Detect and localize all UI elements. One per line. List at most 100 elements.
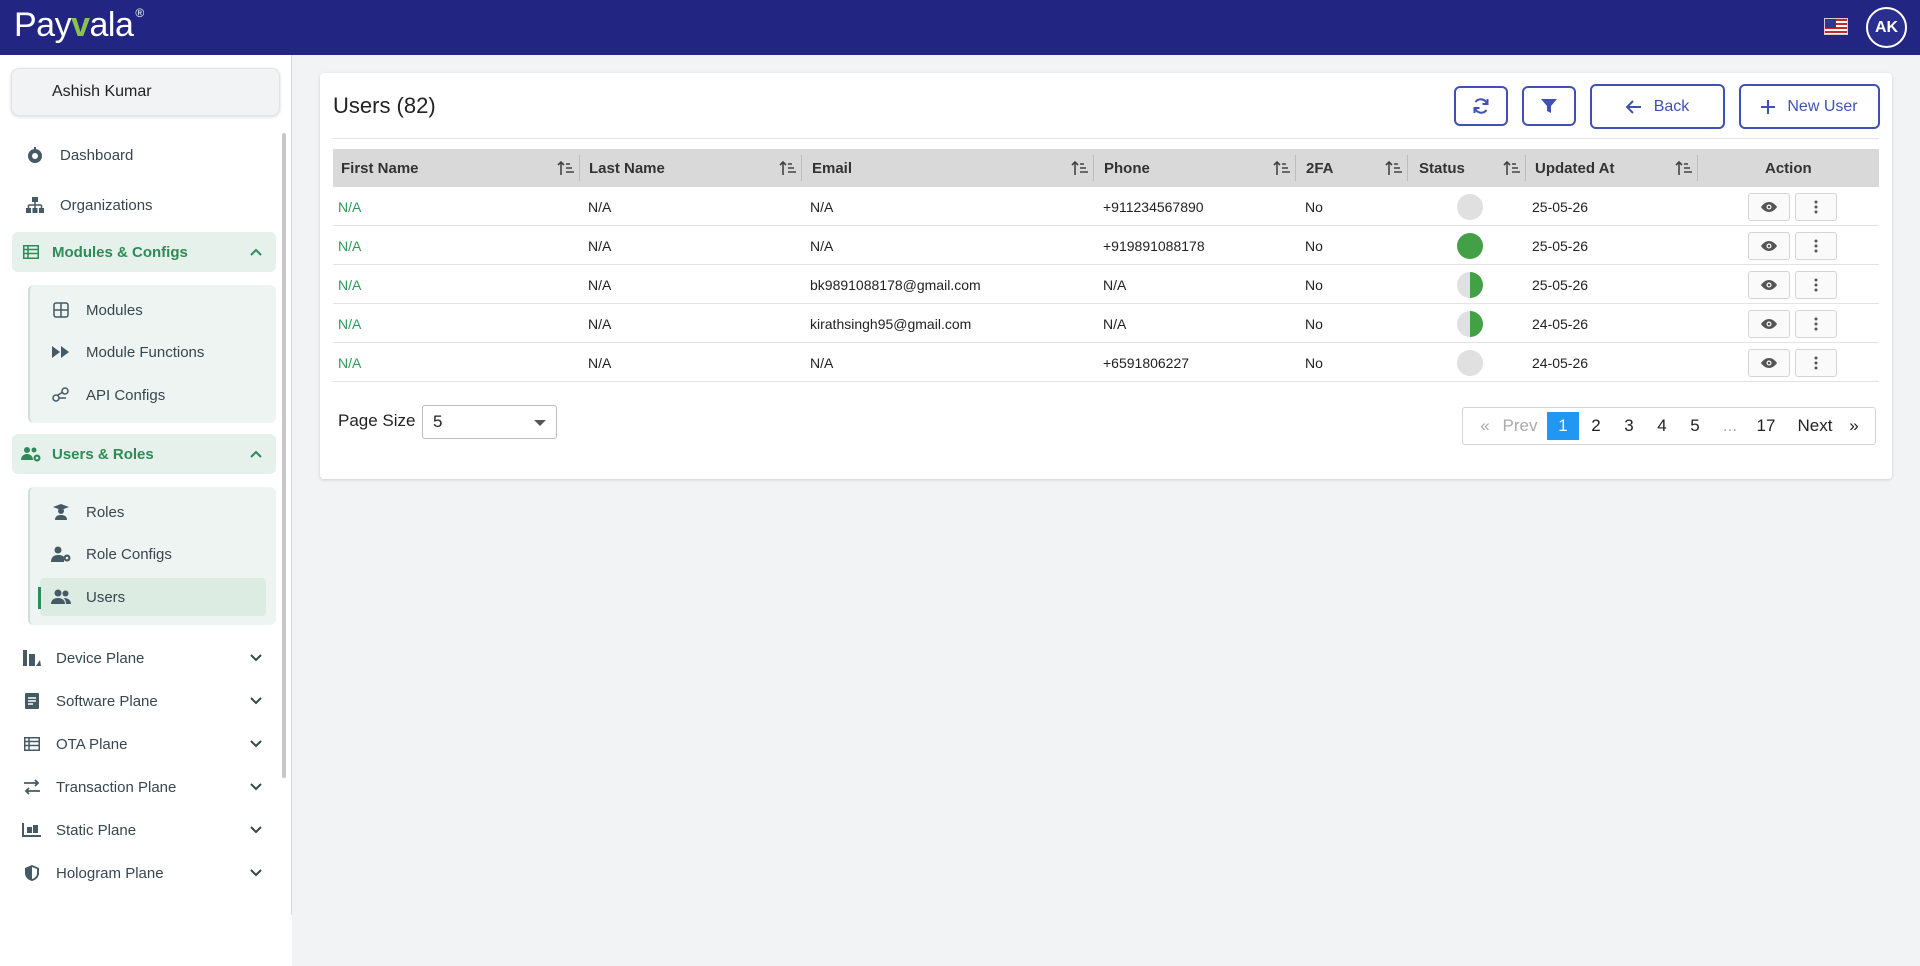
updated-at-cell: 25-05-26 — [1532, 198, 1589, 215]
page-size-select[interactable]: 5 — [422, 405, 557, 439]
page-1-button[interactable]: 1 — [1547, 412, 1579, 440]
next-page-button[interactable]: Next — [1793, 408, 1837, 444]
table-row[interactable]: N/A N/A N/A +919891088178 No 25-05-26 — [333, 226, 1879, 265]
column-separator[interactable] — [1697, 155, 1698, 181]
more-button[interactable] — [1795, 193, 1837, 221]
chevron-up-icon — [250, 450, 262, 458]
column-separator[interactable] — [1295, 155, 1296, 181]
view-button[interactable] — [1748, 349, 1790, 377]
logo-text-end: ala — [89, 6, 134, 44]
page-size-value: 5 — [433, 412, 443, 431]
sort-icon[interactable] — [1385, 160, 1403, 176]
column-header-status[interactable]: Status — [1419, 149, 1465, 187]
sidebar-item-label: OTA Plane — [56, 735, 128, 753]
column-separator[interactable] — [801, 155, 802, 181]
more-button[interactable] — [1795, 232, 1837, 260]
column-header-updated-at[interactable]: Updated At — [1535, 149, 1614, 187]
more-button[interactable] — [1795, 349, 1837, 377]
logo-text-v: v — [71, 6, 90, 44]
device-icon — [22, 648, 42, 668]
sidebar-item-device-plane[interactable]: Device Plane — [12, 640, 276, 676]
page-3-button[interactable]: 3 — [1616, 408, 1642, 444]
sidebar-item-dashboard[interactable]: Dashboard — [12, 135, 276, 175]
sort-icon[interactable] — [1071, 160, 1089, 176]
new-user-button[interactable]: New User — [1739, 84, 1880, 129]
paywala-logo[interactable]: Pay v ala ® — [14, 6, 144, 48]
sort-icon[interactable] — [779, 160, 797, 176]
view-button[interactable] — [1748, 310, 1790, 338]
sidebar-group-modules-configs[interactable]: Modules & Configs — [12, 232, 276, 272]
back-button-label: Back — [1653, 97, 1690, 115]
sidebar-user-card[interactable]: Ashish Kumar — [11, 68, 280, 116]
status-indicator — [1457, 272, 1483, 298]
sidebar-footer — [0, 915, 292, 966]
column-header-phone[interactable]: Phone — [1104, 149, 1150, 187]
users-card: Users (82) Back New User First Name Last… — [320, 73, 1892, 479]
first-name-cell[interactable]: N/A — [338, 265, 361, 304]
table-row[interactable]: N/A N/A N/A +911234567890 No 25-05-26 — [333, 187, 1879, 226]
more-button[interactable] — [1795, 271, 1837, 299]
sidebar-item-roles[interactable]: Roles — [40, 493, 266, 531]
sidebar-item-api-configs[interactable]: API Configs — [40, 376, 266, 414]
sidebar-item-ota-plane[interactable]: OTA Plane — [12, 726, 276, 762]
table-row[interactable]: N/A N/A bk9891088178@gmail.com N/A No 25… — [333, 265, 1879, 304]
prev-page-button[interactable]: Prev — [1499, 408, 1541, 444]
column-header-email[interactable]: Email — [812, 149, 852, 187]
sidebar-item-modules[interactable]: Modules — [40, 291, 266, 329]
sidebar-item-users[interactable]: Users — [38, 578, 266, 616]
column-separator[interactable] — [1525, 155, 1526, 181]
sidebar-item-role-configs[interactable]: Role Configs — [40, 535, 266, 573]
sidebar-item-software-plane[interactable]: Software Plane — [12, 683, 276, 719]
sidebar-item-organizations[interactable]: Organizations — [12, 185, 276, 225]
page-2-button[interactable]: 2 — [1583, 408, 1609, 444]
page-5-button[interactable]: 5 — [1682, 408, 1708, 444]
sidebar-group-users-roles[interactable]: Users & Roles — [12, 434, 276, 474]
table-row[interactable]: N/A N/A kirathsingh95@gmail.com N/A No 2… — [333, 304, 1879, 343]
first-name-cell[interactable]: N/A — [338, 343, 361, 382]
column-separator[interactable] — [1093, 155, 1094, 181]
sort-icon[interactable] — [1503, 160, 1521, 176]
view-button[interactable] — [1748, 232, 1790, 260]
sidebar-item-transaction-plane[interactable]: Transaction Plane — [12, 769, 276, 805]
last-page-button[interactable]: » — [1845, 408, 1863, 444]
column-label: First Name — [341, 159, 419, 177]
sitemap-icon — [24, 194, 46, 216]
column-separator[interactable] — [1407, 155, 1408, 181]
more-button[interactable] — [1795, 310, 1837, 338]
column-header-first-name[interactable]: First Name — [341, 149, 419, 187]
users-icon — [50, 586, 72, 608]
filter-button[interactable] — [1522, 86, 1576, 126]
sidebar-item-static-plane[interactable]: Static Plane — [12, 812, 276, 848]
refresh-icon — [1473, 98, 1489, 114]
page-17-button[interactable]: 17 — [1750, 408, 1782, 444]
first-name-cell[interactable]: N/A — [338, 304, 361, 343]
sort-icon[interactable] — [1273, 160, 1291, 176]
chevron-down-icon — [250, 654, 262, 662]
column-header-last-name[interactable]: Last Name — [589, 149, 665, 187]
sidebar-item-hologram-plane[interactable]: Hologram Plane — [12, 855, 276, 891]
first-name-cell[interactable]: N/A — [338, 226, 361, 265]
first-name-cell[interactable]: N/A — [338, 187, 361, 226]
sidebar-scrollbar[interactable] — [282, 133, 286, 778]
sort-icon[interactable] — [557, 160, 575, 176]
pagination: « Prev 1 2 3 4 5 ... 17 Next » — [1462, 407, 1876, 445]
2fa-cell: No — [1305, 198, 1323, 215]
column-separator[interactable] — [579, 155, 580, 181]
us-flag-icon[interactable] — [1824, 18, 1848, 35]
last-name-cell: N/A — [588, 315, 612, 332]
page-4-button[interactable]: 4 — [1649, 408, 1675, 444]
refresh-button[interactable] — [1454, 86, 1508, 126]
view-button[interactable] — [1748, 193, 1790, 221]
column-header-2fa[interactable]: 2FA — [1306, 149, 1334, 187]
page-ellipsis: ... — [1722, 416, 1738, 435]
sort-icon[interactable] — [1675, 160, 1693, 176]
back-button[interactable]: Back — [1590, 84, 1725, 129]
sidebar-item-module-functions[interactable]: Module Functions — [40, 333, 266, 371]
table-row[interactable]: N/A N/A N/A +6591806227 No 24-05-26 — [333, 343, 1879, 382]
column-label: Action — [1765, 159, 1812, 177]
first-page-button[interactable]: « — [1477, 408, 1493, 444]
avatar[interactable]: AK — [1866, 7, 1907, 48]
sidebar-group-label: Users & Roles — [52, 445, 154, 463]
view-button[interactable] — [1748, 271, 1790, 299]
eye-icon — [1761, 319, 1777, 329]
